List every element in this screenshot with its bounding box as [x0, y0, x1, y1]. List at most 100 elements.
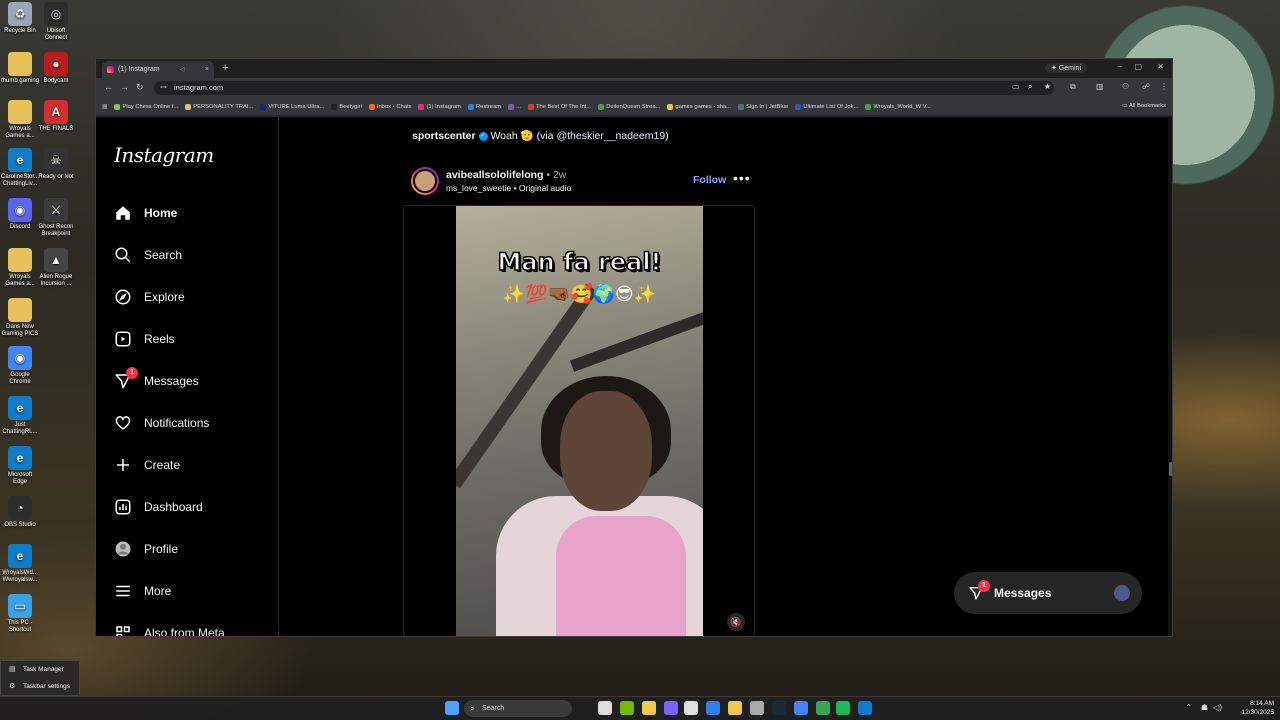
nav-item-home[interactable]: Home — [114, 201, 177, 225]
bookmark-item[interactable]: Inbox • Chats — [368, 103, 411, 110]
desktop-icon[interactable]: ⚔ Ghost Recon Breakpoint — [36, 198, 76, 238]
edge-icon[interactable] — [858, 701, 872, 715]
volume-icon[interactable]: ◁) — [1213, 703, 1222, 712]
nav-item-also-from-meta[interactable]: Also from Meta — [114, 621, 225, 636]
bookmark-star-icon[interactable]: ★ — [1044, 82, 1051, 91]
desktop-icon[interactable]: ● Bodycam — [36, 52, 76, 85]
post-username[interactable]: avibeallsololifelong — [446, 169, 543, 181]
desktop-icon[interactable]: e WroyalsWd... Wwroyalsw... — [0, 544, 40, 584]
chrome-alt-icon[interactable] — [816, 701, 830, 715]
cast-icon[interactable]: ▭ — [1012, 82, 1020, 91]
start-icon[interactable] — [445, 701, 459, 715]
extension-icon[interactable]: ☍ — [1142, 82, 1150, 91]
zoom-icon[interactable]: ⌕ — [1028, 82, 1032, 92]
bookmark-item[interactable]: Play Chess Online f... — [114, 103, 178, 110]
bookmark-item[interactable]: ... — [508, 103, 521, 110]
chrome-icon[interactable] — [794, 701, 808, 715]
post-options-icon[interactable]: ••• — [733, 170, 751, 186]
desktop-icon[interactable]: ◎ Ubisoft Connect — [36, 2, 76, 42]
desktop-icon[interactable]: ♻ Recycle Bin — [0, 2, 40, 35]
site-info-icon[interactable]: ⊶ — [160, 81, 167, 95]
bookmark-item[interactable]: Sign In | JetBlue — [738, 103, 788, 110]
follow-button[interactable]: Follow — [693, 174, 726, 186]
steam-icon[interactable] — [772, 701, 786, 715]
desktop-icon[interactable]: ◔ OBS Studio — [0, 496, 40, 529]
audio-username[interactable]: ms_love_sweetie — [446, 183, 511, 193]
gemini-button[interactable]: ✦ Gemini — [1045, 63, 1087, 73]
nav-item-profile[interactable]: Profile — [114, 537, 178, 561]
desktop-icon[interactable]: e Microsoft Edge — [0, 446, 40, 486]
bookmark-item[interactable]: PERSONALITY TRAI... — [185, 103, 253, 110]
clock[interactable]: 8:14 AM 12/30/2025 — [1241, 699, 1274, 717]
messages-floating-button[interactable]: 1 Messages — [954, 572, 1142, 614]
nav-item-notifications[interactable]: Notifications — [114, 411, 209, 435]
taskbar-search[interactable]: ⌕ Search — [464, 700, 572, 717]
taskbar-settings-item[interactable]: ⚙ Taskbar settings — [1, 678, 79, 695]
bookmark-item[interactable]: DeilenQueen Strea... — [598, 103, 660, 110]
nav-item-more[interactable]: More — [114, 579, 171, 603]
all-bookmarks-button[interactable]: ▭ All Bookmarks — [1122, 103, 1166, 109]
reload-icon[interactable]: ↻ — [136, 82, 144, 93]
bookmark-item[interactable]: games games - sha... — [667, 103, 731, 110]
desktop-icon[interactable]: thumb gaming — [0, 52, 40, 85]
desktop-icon[interactable]: ▭ This PC - Shortcut — [0, 594, 40, 634]
maximize-button[interactable]: ▢ — [1134, 62, 1142, 71]
apps-grid-icon[interactable]: ▦ — [102, 104, 107, 110]
tab-close-icon[interactable]: × — [205, 66, 209, 73]
bookmark-item[interactable]: Wroyals_World_W V... — [865, 103, 931, 110]
desktop-icon[interactable]: e Just ChattingRL... — [0, 396, 40, 436]
desktop-icon[interactable]: ▲ Alien Rogue Incursion ... — [36, 248, 76, 288]
notepad-icon[interactable] — [684, 701, 698, 715]
caption-username[interactable]: sportscenter — [412, 130, 476, 142]
spotify-icon[interactable] — [836, 701, 850, 715]
forward-arrow-icon[interactable]: → — [120, 82, 129, 92]
nav-item-dashboard[interactable]: Dashboard — [114, 495, 203, 519]
instagram-logo[interactable]: Instagram — [114, 143, 214, 167]
network-icon[interactable]: ☗ — [1201, 703, 1208, 712]
audio-name[interactable]: Original audio — [519, 183, 571, 193]
desktop-icon[interactable]: Dans New Gaming PICS — [0, 298, 40, 338]
bookmark-item[interactable]: VITURE Luma Ultra... — [260, 103, 324, 110]
nav-item-reels[interactable]: Reels — [114, 327, 175, 351]
bookmark-item[interactable]: (1) Instagram — [418, 103, 461, 110]
nav-item-explore[interactable]: Explore — [114, 285, 185, 309]
explorer-icon[interactable] — [642, 701, 656, 715]
minimize-button[interactable]: – — [1118, 62, 1122, 71]
task-view-icon[interactable] — [598, 701, 612, 715]
nav-item-create[interactable]: Create — [114, 453, 180, 477]
extensions-icon[interactable]: ⧉ — [1070, 82, 1076, 92]
desktop-icon[interactable]: ◉ Google Chrome — [0, 346, 40, 386]
bookmark-item[interactable]: The Best Of The Int... — [527, 103, 591, 110]
desktop-icon[interactable]: ◉ Discord — [0, 198, 40, 231]
task-manager-item[interactable]: ▤ Task Manager — [1, 661, 79, 678]
post-avatar[interactable] — [411, 167, 439, 195]
profile-icon[interactable]: ⚇ — [1122, 82, 1129, 91]
store-icon[interactable] — [706, 701, 720, 715]
back-arrow-icon[interactable]: ← — [104, 82, 113, 92]
side-panel-icon[interactable]: ▥ — [1096, 82, 1104, 91]
new-tab-button[interactable]: + — [222, 62, 228, 74]
settings-icon[interactable] — [750, 701, 764, 715]
kebab-menu-icon[interactable]: ⋮ — [1160, 82, 1168, 91]
desktop-icon[interactable]: A THE FINALS — [36, 100, 76, 133]
bookmark-item[interactable]: Restream — [467, 103, 501, 110]
mute-icon[interactable]: 🔇 — [727, 613, 745, 631]
close-window-button[interactable]: ✕ — [1157, 62, 1164, 71]
chevron-up-icon[interactable]: ⌃ — [1185, 703, 1192, 712]
reel-video[interactable]: Man fa real! ✨💯🤜🏾🥰🌍😎✨ 🔇 — [403, 205, 755, 636]
tab-instagram[interactable]: (1) Instagram ◁ × — [102, 61, 214, 78]
bookmark-item[interactable]: Ultimate List Of Jok... — [795, 103, 858, 110]
nav-item-search[interactable]: Search — [114, 243, 182, 267]
copilot-icon[interactable] — [664, 701, 678, 715]
nvidia-icon[interactable] — [620, 701, 634, 715]
desktop-icon[interactable]: Wroyals Games a... — [0, 100, 40, 140]
desktop-icon[interactable]: Wroyals Games a... — [0, 248, 40, 288]
page-scrollbar[interactable] — [1168, 117, 1172, 636]
folder-icon[interactable] — [728, 701, 742, 715]
desktop-icon[interactable]: ☠ Ready or Not — [36, 148, 76, 181]
bookmark-item[interactable]: Beetygirl — [331, 103, 362, 110]
nav-item-messages[interactable]: 1 Messages — [114, 367, 199, 393]
caption-mention-link[interactable]: @theskier__nadeem19 — [556, 130, 665, 142]
desktop-icon[interactable]: e CarolineStor... ChattingLiv... — [0, 148, 40, 188]
tab-audio-icon[interactable]: ◁ — [180, 66, 185, 73]
